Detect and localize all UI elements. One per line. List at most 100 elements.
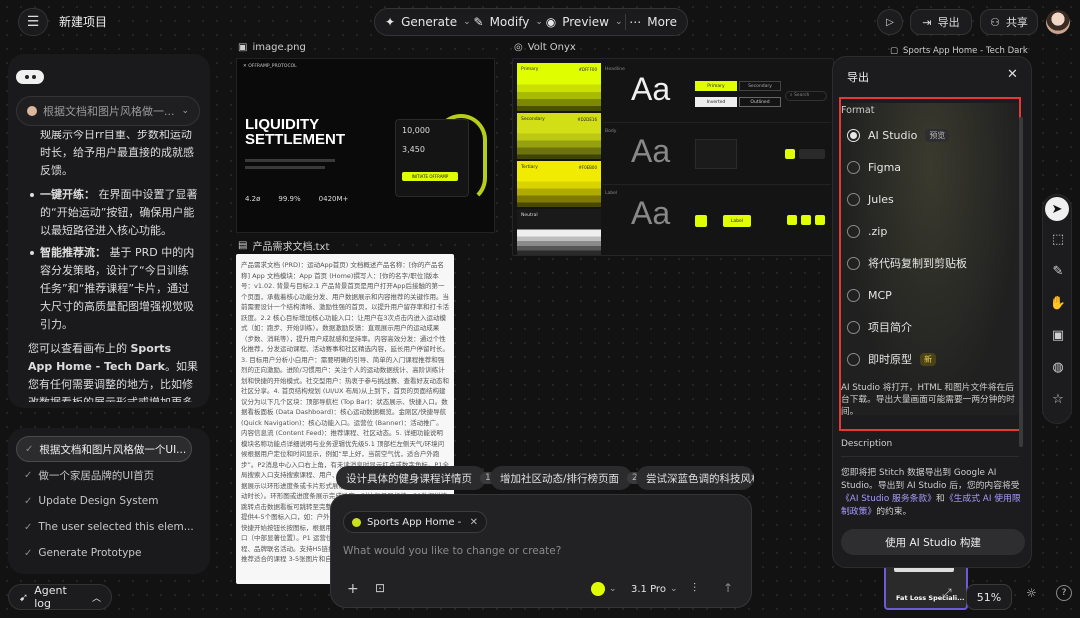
hamburger-icon: ☰ <box>26 14 40 30</box>
design-system-card[interactable]: Primary #DFFF00 Secondary #D2DE16 Tertia… <box>512 58 834 256</box>
avatar[interactable] <box>1046 10 1070 34</box>
label-row: Label Aa Label <box>603 187 831 249</box>
pencil-tool-icon[interactable]: ✎ <box>1043 255 1073 287</box>
modify-menu[interactable]: ✎ Modify ⌄ <box>474 15 543 29</box>
theme-selector[interactable]: ⌄ <box>591 579 625 599</box>
add-icon[interactable]: + <box>347 581 359 597</box>
format-option[interactable]: 即时原型新 <box>837 343 1017 375</box>
radio-button[interactable] <box>847 320 860 334</box>
history-item[interactable]: ✓ The user selected this elem... <box>16 514 202 540</box>
chat-message: 规展示今日rr目重、步数和运动时长，给予用户最直接的成就感反馈。 一键开练： 在… <box>28 130 198 402</box>
chevron-down-icon: ⌄ <box>614 17 623 27</box>
image-icon <box>27 106 37 116</box>
chat-paragraph: 您可以查看画布上的 Sports App Home - Tech Dark。如果… <box>28 340 198 402</box>
radio-button[interactable] <box>847 352 860 366</box>
context-selector[interactable]: 根据文档和图片风格做一... ⌄ <box>16 96 200 126</box>
terms-link[interactable]: 《AI Studio 服务条款》 <box>841 494 936 504</box>
menu-button[interactable]: ☰ <box>18 8 48 36</box>
radio-button[interactable] <box>847 224 860 238</box>
attach-screen-icon[interactable]: ⊡ <box>375 581 385 595</box>
preview-menu[interactable]: ◉ Preview ⌄ <box>546 15 623 29</box>
hero-stats: 4.2ø 99.9% 0420M+ <box>245 195 348 203</box>
play-button[interactable]: ▷ <box>877 9 903 35</box>
radio-button[interactable] <box>847 256 860 270</box>
divider <box>625 14 627 30</box>
agent-badge-icon <box>16 70 44 84</box>
format-label: Format <box>841 105 875 116</box>
agent-log-button[interactable]: ➹ Agent log ︿ <box>8 584 112 610</box>
close-icon[interactable]: ✕ <box>1007 67 1018 82</box>
description-text: 您即将把 Stitch 数据导出到 Google AI Studio。导出到 A… <box>841 467 1025 519</box>
send-arrow-icon[interactable]: ↑ <box>723 581 733 595</box>
sports-card-label[interactable]: ▢ Sports App Home - Tech Dark <box>890 46 1028 56</box>
format-option-tag: 预览 <box>925 128 950 142</box>
chat-text: 您可以查看画布上的 <box>28 342 131 355</box>
format-option[interactable]: AI Studio 预览 <box>837 119 1017 151</box>
format-option[interactable]: 项目简介 <box>837 311 1017 343</box>
format-option[interactable]: 将代码复制到剪贴板 <box>837 247 1017 279</box>
body-row: Body Aa <box>603 125 831 185</box>
sample-button: Inverted <box>695 97 737 107</box>
doc-card-title: 产品需求文档.txt <box>252 242 330 253</box>
suggestion-chip[interactable]: 增加社区动态/排行榜页面 2 <box>490 466 643 490</box>
close-icon[interactable]: ✕ <box>470 517 478 528</box>
radio-button[interactable] <box>847 288 860 302</box>
sample-search-label: Search <box>793 93 810 98</box>
palette-tool-icon[interactable]: ◍ <box>1043 351 1073 383</box>
radio-button[interactable] <box>847 128 860 142</box>
format-option[interactable]: Figma <box>837 151 1017 183</box>
doc-card-label[interactable]: ▤ 产品需求文档.txt <box>238 238 329 253</box>
bullet-title: 智能推荐流： <box>40 246 106 259</box>
radio-button[interactable] <box>847 192 860 206</box>
description-header: Description <box>841 435 1019 457</box>
history-item[interactable]: ✓ Generate Prototype <box>16 540 202 566</box>
image-tool-icon[interactable]: ▣ <box>1043 319 1073 351</box>
image-card[interactable]: ✕ OFFRAMP_PROTOCOL LIQUIDITY SETTLEMENT … <box>236 58 495 233</box>
sparkle-icon: ✦ <box>385 15 396 29</box>
radio-button[interactable] <box>847 160 860 174</box>
hand-tool-icon[interactable]: ✋ <box>1043 287 1073 319</box>
image-card-label[interactable]: ▣ image.png <box>238 42 306 53</box>
swatch-primary: Primary #DFFF00 <box>517 63 601 111</box>
format-option-label: Figma <box>868 160 902 174</box>
voice-wave-icon[interactable]: ⫶ <box>693 581 696 596</box>
export-icon: ⇥ <box>922 15 932 29</box>
share-button[interactable]: ⚇ 共享 <box>980 9 1038 35</box>
format-option[interactable]: Jules <box>837 183 1017 215</box>
model-label: 3.1 Pro <box>631 583 666 595</box>
suggestion-chip[interactable]: 尝试深蓝色调的科技风格, <box>636 466 754 490</box>
select-tool-icon[interactable]: ➤ <box>1045 197 1069 221</box>
marquee-tool-icon[interactable]: ⬚ <box>1043 223 1073 255</box>
project-title[interactable]: 新建项目 <box>59 13 107 30</box>
history-item[interactable]: ✓ Update Design System <box>16 488 202 514</box>
suggestion-label: 尝试深蓝色调的科技风格, <box>646 472 754 485</box>
generate-menu[interactable]: ✦ Generate ⌄ <box>385 15 471 29</box>
context-chip[interactable]: Sports App Home - ... ✕ <box>343 511 487 533</box>
export-panel-title: 导出 <box>847 71 869 84</box>
build-with-ai-studio-button[interactable]: 使用 AI Studio 构建 <box>841 529 1025 555</box>
format-option[interactable]: .zip <box>837 215 1017 247</box>
fit-screen-icon[interactable]: ⤢ <box>942 586 952 601</box>
export-button[interactable]: ⇥ 导出 <box>910 9 972 35</box>
model-selector[interactable]: 3.1 Pro ⌄ <box>631 579 681 599</box>
volt-card-label[interactable]: ◎ Volt Onyx <box>514 42 576 53</box>
zoom-control[interactable]: 51% <box>966 584 1012 610</box>
people-icon: ⚇ <box>990 15 1000 29</box>
star-tool-icon[interactable]: ☆ <box>1043 383 1073 415</box>
prompt-input[interactable]: What would you like to change or create? <box>343 545 741 557</box>
more-menu[interactable]: ⋯ More <box>629 15 677 29</box>
type-row-label: Headline <box>605 67 625 72</box>
help-icon[interactable]: ? <box>1056 585 1072 601</box>
history-item-label: 根据文档和图片风格做一个UI... <box>39 443 187 456</box>
suggestion-label: 设计具体的健身课程详情页 <box>346 472 472 485</box>
sun-icon[interactable]: ☼ <box>1026 586 1037 600</box>
history-item[interactable]: ✓ 做一个家居品牌的UI首页 <box>16 462 202 488</box>
suggestion-chip[interactable]: 设计具体的健身课程详情页 1 <box>336 466 496 490</box>
sample-button: Label <box>723 215 751 227</box>
eye-icon: ◉ <box>545 15 557 29</box>
history-item[interactable]: ✓ 根据文档和图片风格做一个UI... <box>16 436 192 462</box>
hero-copy-line <box>245 166 325 169</box>
check-icon: ✓ <box>24 495 33 507</box>
format-option[interactable]: MCP <box>837 279 1017 311</box>
scrollbar[interactable] <box>1019 117 1023 447</box>
